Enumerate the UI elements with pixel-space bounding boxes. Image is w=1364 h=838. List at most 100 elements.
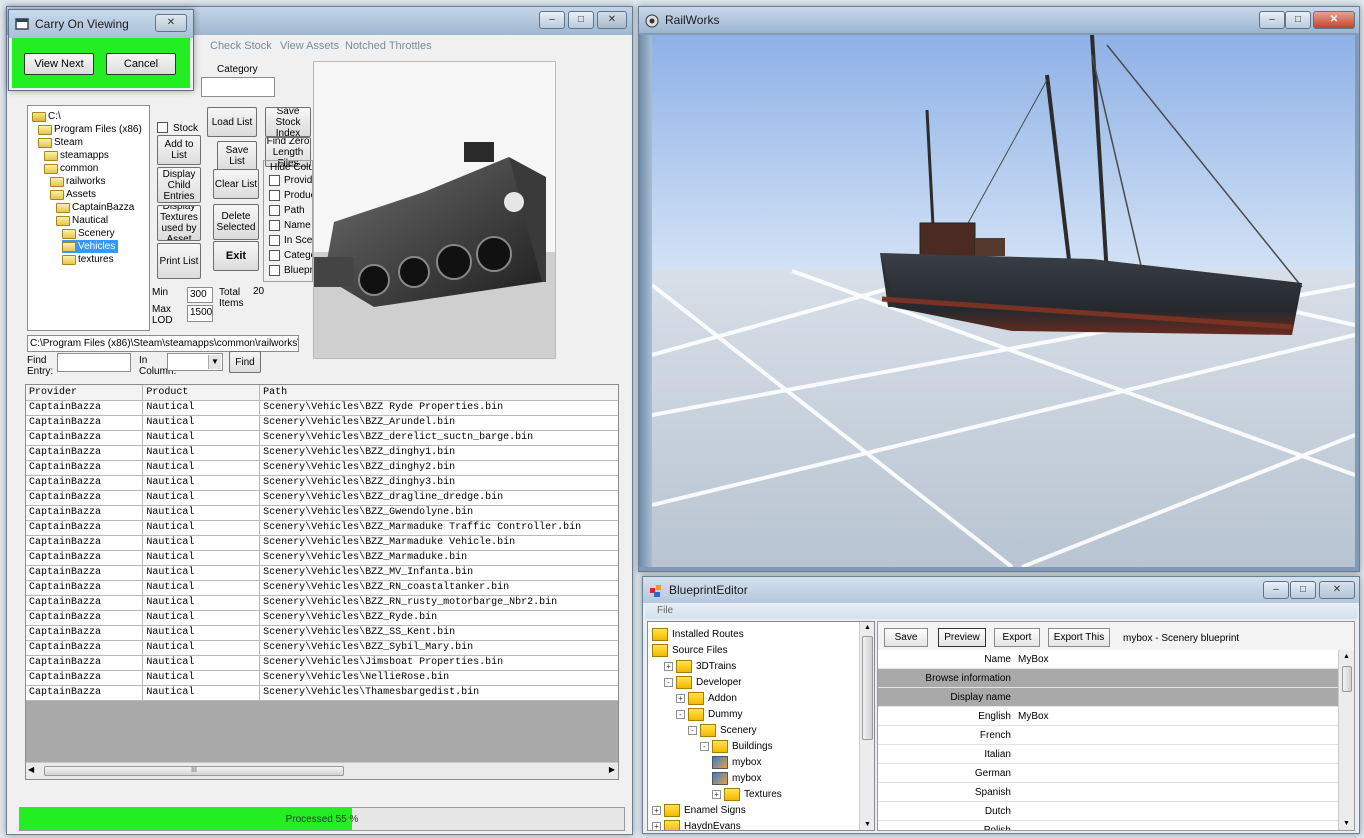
view-next-button[interactable]: View Next: [24, 53, 94, 75]
scroll-thumb-vertical[interactable]: [862, 636, 873, 740]
property-section[interactable]: Display name: [878, 688, 1338, 707]
menu-file[interactable]: File: [657, 605, 673, 616]
bp-preview-button[interactable]: Preview: [938, 628, 986, 647]
cancel-button[interactable]: Cancel: [106, 53, 176, 75]
print-list-button[interactable]: Print List: [157, 243, 201, 279]
blueprint-tree[interactable]: Installed Routes Source Files +3DTrains - De…: [647, 621, 875, 831]
folder-tree-item[interactable]: Steam: [38, 136, 86, 149]
table-row[interactable]: CaptainBazza Nautical Scenery\Vehicles\BZZ…: [26, 535, 618, 551]
menu-notched-throttles[interactable]: Notched Throttles: [345, 40, 432, 52]
carry-dialog-close-button[interactable]: ✕: [155, 14, 187, 32]
table-row[interactable]: CaptainBazza Nautical Scenery\Vehicles\Tha…: [26, 685, 618, 701]
results-table[interactable]: Provider Product Path CaptainBazza Nautical…: [26, 385, 618, 701]
table-row[interactable]: CaptainBazza Nautical Scenery\Vehicles\BZZ…: [26, 430, 618, 446]
blueprint-maximize-button[interactable]: □: [1290, 581, 1316, 599]
prop-scroll-thumb[interactable]: [1342, 666, 1352, 692]
railworks-minimize-button[interactable]: –: [1259, 11, 1285, 29]
collapse-icon[interactable]: -: [664, 677, 673, 687]
folder-tree-item[interactable]: railworks: [50, 175, 108, 188]
category-input[interactable]: [201, 77, 275, 97]
table-row[interactable]: CaptainBazza Nautical Scenery\Vehicles\BZZ…: [26, 475, 618, 491]
property-row[interactable]: German: [878, 764, 1338, 783]
scroll-left-icon[interactable]: ◀: [28, 765, 34, 774]
bp-export-this-button[interactable]: Export This: [1048, 628, 1110, 647]
property-row[interactable]: Polish: [878, 821, 1338, 830]
prop-scroll-down-icon[interactable]: ▼: [1343, 820, 1350, 827]
table-row[interactable]: CaptainBazza Nautical Scenery\Vehicles\BZZ…: [26, 640, 618, 656]
table-row[interactable]: CaptainBazza Nautical Scenery\Vehicles\BZZ…: [26, 580, 618, 596]
railworks-close-button[interactable]: ✕: [1313, 11, 1355, 29]
property-row[interactable]: French: [878, 726, 1338, 745]
railworks-maximize-button[interactable]: □: [1285, 11, 1311, 29]
hide-column-checkbox[interactable]: [269, 220, 280, 231]
folder-tree-item[interactable]: textures: [62, 253, 117, 266]
close-button[interactable]: ✕: [597, 11, 627, 29]
property-row[interactable]: Dutch: [878, 802, 1338, 821]
blueprint-minimize-button[interactable]: –: [1263, 581, 1289, 599]
scroll-down-icon[interactable]: ▼: [864, 821, 871, 828]
expand-icon[interactable]: +: [676, 693, 685, 703]
maximize-button[interactable]: □: [568, 11, 594, 29]
collapse-icon[interactable]: -: [700, 741, 709, 751]
load-list-button[interactable]: Load List: [207, 107, 257, 137]
hide-column-checkbox[interactable]: [269, 205, 280, 216]
scroll-thumb[interactable]: III: [44, 766, 344, 776]
table-row[interactable]: CaptainBazza Nautical Scenery\Vehicles\BZZ…: [26, 400, 618, 416]
properties-grid[interactable]: Name MyBox Browse information Display name E…: [878, 650, 1338, 830]
blueprint-tree-item[interactable]: + HaydnEvans: [652, 816, 741, 830]
property-section[interactable]: Browse information: [878, 669, 1338, 688]
folder-tree-item[interactable]: Vehicles: [62, 240, 119, 253]
expand-icon[interactable]: +: [712, 789, 721, 799]
table-row[interactable]: CaptainBazza Nautical Scenery\Vehicles\BZZ…: [26, 415, 618, 431]
column-header[interactable]: Provider: [26, 385, 144, 401]
bp-export-button[interactable]: Export: [994, 628, 1040, 647]
table-row[interactable]: CaptainBazza Nautical Scenery\Vehicles\BZZ…: [26, 445, 618, 461]
expand-icon[interactable]: +: [652, 821, 661, 830]
table-row[interactable]: CaptainBazza Nautical Scenery\Vehicles\BZZ…: [26, 505, 618, 521]
folder-tree-item[interactable]: Nautical: [56, 214, 111, 227]
hide-column-checkbox[interactable]: [269, 265, 280, 276]
menu-view-assets[interactable]: View Assets: [280, 40, 339, 52]
collapse-icon[interactable]: -: [676, 709, 685, 719]
delete-selected-button[interactable]: Delete Selected: [213, 204, 259, 240]
in-column-select[interactable]: ▼: [167, 353, 223, 371]
properties-scrollbar[interactable]: ▲ ▼: [1338, 650, 1354, 830]
scroll-up-icon[interactable]: ▲: [864, 624, 871, 631]
hide-column-checkbox[interactable]: [269, 250, 280, 261]
stock-checkbox[interactable]: [157, 122, 168, 133]
display-child-entries-button[interactable]: Display Child Entries: [157, 167, 201, 203]
min-input[interactable]: 300: [187, 287, 213, 303]
max-lod-input[interactable]: 1500: [187, 305, 213, 322]
save-list-button[interactable]: Save List: [217, 141, 257, 171]
collapse-icon[interactable]: -: [688, 725, 697, 735]
property-value[interactable]: MyBox: [1018, 711, 1049, 722]
prop-scroll-up-icon[interactable]: ▲: [1343, 653, 1350, 660]
bp-save-button[interactable]: Save: [884, 628, 928, 647]
find-button[interactable]: Find: [229, 351, 261, 373]
folder-tree-item[interactable]: Scenery: [62, 227, 118, 240]
hide-column-checkbox[interactable]: [269, 235, 280, 246]
table-row[interactable]: CaptainBazza Nautical Scenery\Vehicles\BZZ…: [26, 550, 618, 566]
menu-check-stock[interactable]: Check Stock: [210, 40, 272, 52]
table-row[interactable]: CaptainBazza Nautical Scenery\Vehicles\BZZ…: [26, 460, 618, 476]
folder-tree-item[interactable]: common: [44, 162, 101, 175]
property-row[interactable]: English MyBox: [878, 707, 1338, 726]
folder-tree-item[interactable]: steamapps: [44, 149, 112, 162]
minimize-button[interactable]: –: [539, 11, 565, 29]
column-header[interactable]: Product: [142, 385, 261, 401]
railworks-viewport[interactable]: [652, 35, 1355, 567]
horizontal-scrollbar[interactable]: ◀ III ▶: [26, 762, 618, 779]
folder-tree-item[interactable]: Assets: [50, 188, 99, 201]
column-header[interactable]: Path: [259, 385, 618, 401]
folder-tree-item[interactable]: Program Files (x86): [38, 123, 145, 136]
property-row[interactable]: Italian: [878, 745, 1338, 764]
find-entry-input[interactable]: [57, 353, 131, 372]
add-to-list-button[interactable]: Add to List: [157, 135, 201, 165]
clear-list-button[interactable]: Clear List: [213, 169, 259, 199]
table-row[interactable]: CaptainBazza Nautical Scenery\Vehicles\BZZ…: [26, 490, 618, 506]
display-textures-button[interactable]: Display Textures used by Asset: [157, 205, 201, 241]
hide-column-checkbox[interactable]: [269, 190, 280, 201]
blueprint-tree-scrollbar[interactable]: ▲ ▼: [859, 622, 874, 830]
blueprint-close-button[interactable]: ✕: [1319, 581, 1355, 599]
expand-icon[interactable]: +: [652, 805, 661, 815]
